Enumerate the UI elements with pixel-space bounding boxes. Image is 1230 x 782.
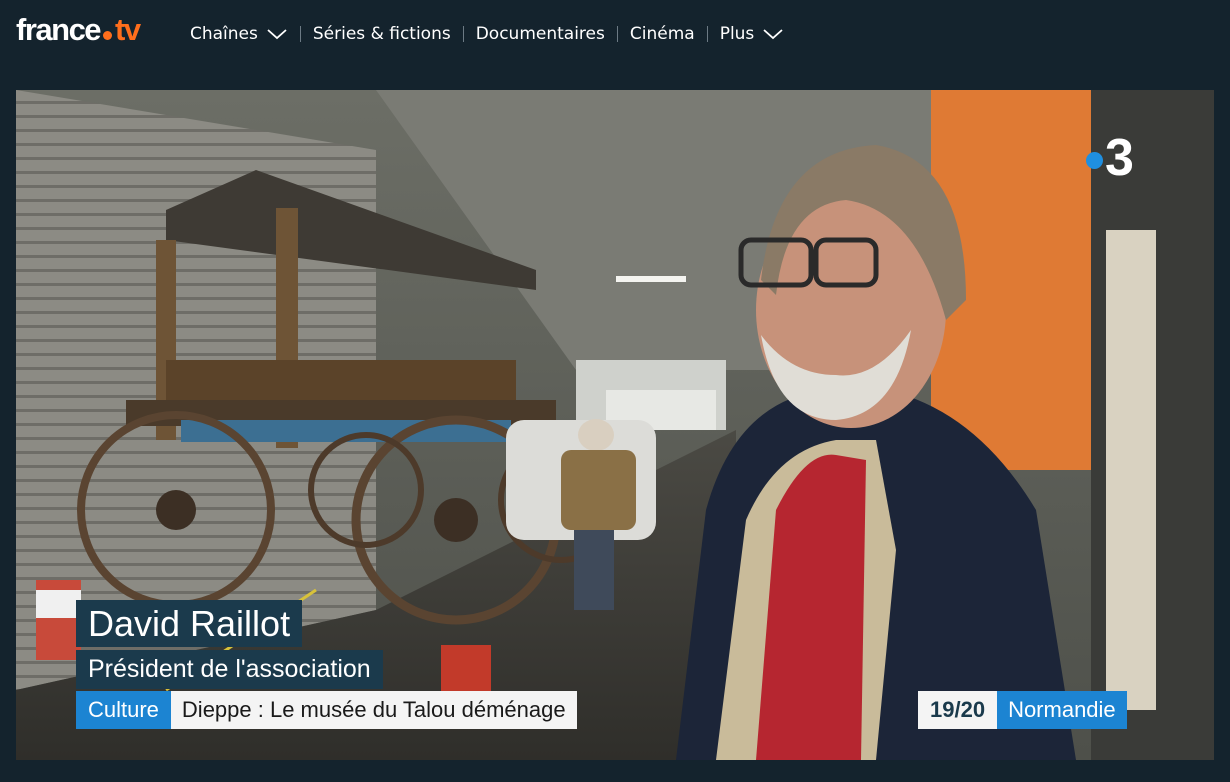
nav-divider (706, 26, 708, 42)
nav-label: Séries & fictions (312, 24, 451, 44)
nav-divider (299, 26, 301, 42)
nav-divider (616, 26, 618, 42)
nav-item-chaines[interactable]: Chaînes (190, 24, 288, 44)
france3-channel-logo: 3 (1086, 132, 1134, 184)
site-header: france tv Chaînes Séries & fictions Docu… (0, 0, 1230, 66)
nav-item-plus[interactable]: Plus (720, 24, 785, 44)
nav-label: Documentaires (475, 24, 605, 44)
nav-label: Plus (719, 24, 755, 44)
video-player[interactable]: 3 David Raillot Président de l'associati… (16, 90, 1214, 760)
speaker-name: David Raillot (76, 600, 303, 647)
logo-text-france: france (16, 12, 102, 47)
program-time: 19/20 (918, 691, 998, 729)
news-banner: Culture Dieppe : Le musée du Talou démén… (76, 691, 577, 729)
news-headline: Dieppe : Le musée du Talou déménage (170, 691, 577, 729)
main-nav: Chaînes Séries & fictions Documentaires … (190, 18, 784, 50)
program-banner: 19/20 Normandie (918, 691, 1127, 729)
nav-item-cinema[interactable]: Cinéma (630, 24, 695, 44)
chevron-down-icon (267, 29, 287, 40)
nav-label: Chaînes (190, 24, 258, 44)
speaker-role: Président de l'association (76, 650, 383, 689)
francetv-logo[interactable]: france tv (16, 12, 141, 52)
news-category: Culture (76, 691, 171, 729)
logo-dot-icon (103, 31, 113, 40)
channel-number: 3 (1105, 129, 1134, 187)
chevron-down-icon (763, 29, 783, 40)
nav-label: Cinéma (629, 24, 695, 44)
nav-item-documentaires[interactable]: Documentaires (476, 24, 605, 44)
nav-item-series-fictions[interactable]: Séries & fictions (313, 24, 451, 44)
nav-divider (462, 26, 464, 42)
program-region: Normandie (997, 691, 1127, 729)
channel-dot-icon (1086, 151, 1103, 169)
logo-text-tv: tv (115, 12, 141, 47)
